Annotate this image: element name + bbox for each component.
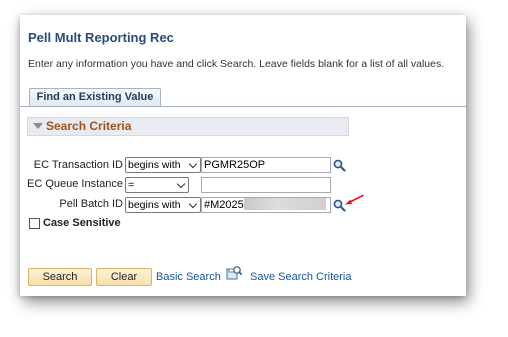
clear-button[interactable]: Clear [96, 268, 152, 286]
tab-find-existing-value[interactable]: Find an Existing Value [29, 88, 161, 106]
pell-batch-id-value: #M2025 [204, 199, 244, 211]
ec-queue-instance-operator-value: = [128, 179, 135, 191]
chevron-down-icon [188, 199, 198, 209]
page-title: Pell Mult Reporting Rec [28, 30, 174, 45]
search-button[interactable]: Search [28, 268, 92, 286]
case-sensitive-label: Case Sensitive [43, 217, 121, 229]
chevron-down-icon [176, 179, 186, 189]
case-sensitive-checkbox[interactable] [29, 218, 40, 229]
red-arrow-icon [345, 194, 364, 205]
pell-batch-id-label: Pell Batch ID [59, 198, 123, 210]
ec-queue-instance-input[interactable] [201, 177, 331, 193]
ec-transaction-id-operator-select[interactable]: begins with [125, 157, 201, 173]
ec-transaction-id-label: EC Transaction ID [33, 159, 123, 171]
chevron-down-icon [188, 159, 198, 169]
pell-batch-id-operator-select[interactable]: begins with [125, 197, 201, 213]
ec-transaction-id-value: PGMR25OP [204, 159, 266, 171]
page-instructions: Enter any information you have and click… [28, 58, 445, 70]
save-search-criteria-link[interactable]: Save Search Criteria [250, 271, 352, 283]
search-page-card: Pell Mult Reporting Rec Enter any inform… [20, 15, 466, 296]
magnifier-icon[interactable] [333, 159, 346, 172]
search-criteria-header[interactable]: Search Criteria [27, 117, 349, 136]
save-search-icon[interactable] [226, 265, 242, 281]
pell-batch-id-input[interactable]: #M2025 [201, 197, 331, 213]
pell-batch-id-operator-value: begins with [128, 199, 181, 211]
tab-divider [20, 106, 466, 107]
basic-search-link[interactable]: Basic Search [156, 271, 221, 283]
ec-transaction-id-input[interactable]: PGMR25OP [201, 157, 331, 173]
search-criteria-label: Search Criteria [46, 119, 132, 133]
ec-queue-instance-label: EC Queue Instance [26, 178, 123, 190]
ec-queue-instance-operator-select[interactable]: = [125, 177, 189, 193]
collapse-triangle-icon[interactable] [33, 123, 43, 129]
redacted-blur [243, 198, 326, 210]
ec-transaction-id-operator-value: begins with [128, 159, 181, 171]
